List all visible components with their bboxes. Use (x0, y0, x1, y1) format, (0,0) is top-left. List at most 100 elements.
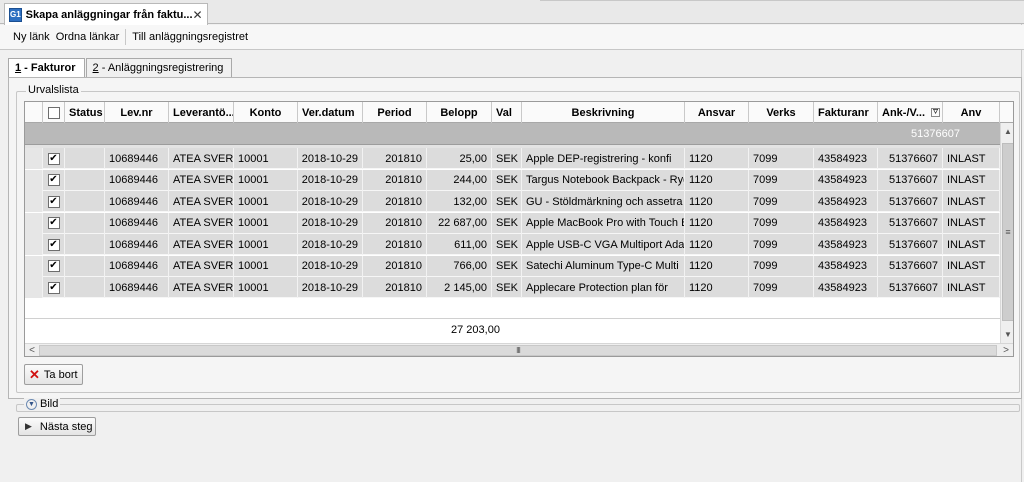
row-checkbox-box[interactable]: ✔ (47, 238, 60, 251)
row-checkbox[interactable]: ✔ (43, 234, 65, 255)
cell-verdatum[interactable]: 2018-10-29 (298, 169, 363, 191)
cell-period[interactable]: 201810 (363, 191, 427, 212)
cell-fakturanr[interactable]: 43584923 (814, 255, 878, 277)
cell-period[interactable]: 201810 (363, 212, 427, 234)
row-checkbox-box[interactable]: ✔ (47, 281, 60, 294)
cell-beskrivning[interactable]: Targus Notebook Backpack - Ryg (522, 169, 685, 191)
cell-ank[interactable]: 51376607 (878, 255, 943, 277)
document-tab[interactable]: G1 Skapa anläggningar från faktu... ✕ (4, 3, 208, 25)
cell-period[interactable]: 201810 (363, 277, 427, 298)
cell-leverantor[interactable]: ATEA SVERI (169, 255, 234, 277)
cell-levnr[interactable]: 10689446 (105, 255, 169, 277)
cell-period[interactable]: 201810 (363, 148, 427, 169)
cell-belopp[interactable]: 132,00 (427, 191, 492, 212)
table-row[interactable]: ✔ 10689446 ATEA SVERI 10001 2018-10-29 201810… (25, 277, 1000, 298)
row-checkbox-box[interactable]: ✔ (47, 260, 60, 272)
cell-ank[interactable]: 51376607 (878, 148, 943, 169)
col-val[interactable]: Val (492, 102, 522, 123)
vertical-scroll-thumb[interactable]: ≡ (1002, 143, 1013, 321)
cell-verdatum[interactable]: 2018-10-29 (298, 255, 363, 277)
cell-val[interactable]: SEK (492, 255, 522, 277)
table-row[interactable]: ✔ 10689446 ATEA SVERI 10001 2018-10-29 201810… (25, 255, 1000, 277)
cell-ank[interactable]: 51376607 (878, 191, 943, 212)
cell-belopp[interactable]: 611,00 (427, 234, 492, 255)
row-checkbox[interactable]: ✔ (43, 169, 65, 191)
col-beskrivning[interactable]: Beskrivning (522, 102, 685, 123)
cell-val[interactable]: SEK (492, 212, 522, 234)
col-ansvar[interactable]: Ansvar (685, 102, 749, 123)
arrange-links-button[interactable]: Ordna länkar (53, 29, 123, 45)
cell-ansvar[interactable]: 1120 (685, 148, 749, 169)
row-checkbox[interactable]: ✔ (43, 191, 65, 212)
cell-beskrivning[interactable]: Applecare Protection plan för (522, 277, 685, 298)
cell-verdatum[interactable]: 2018-10-29 (298, 212, 363, 234)
cell-verks[interactable]: 7099 (749, 169, 814, 191)
cell-period[interactable]: 201810 (363, 234, 427, 255)
to-asset-register-button[interactable]: Till anläggningsregistret (129, 29, 251, 45)
cell-beskrivning[interactable]: Apple USB-C VGA Multiport Ada (522, 234, 685, 255)
filter-icon[interactable]: ▽ (931, 108, 940, 117)
cell-belopp[interactable]: 25,00 (427, 148, 492, 169)
cell-levnr[interactable]: 10689446 (105, 169, 169, 191)
cell-anv[interactable]: INLAST (943, 191, 1000, 212)
col-anv[interactable]: Anv (943, 102, 1000, 123)
cell-fakturanr[interactable]: 43584923 (814, 191, 878, 212)
cell-beskrivning[interactable]: Satechi Aluminum Type-C Multi (522, 255, 685, 277)
new-link-button[interactable]: Ny länk (10, 29, 53, 45)
horizontal-scroll-thumb[interactable]: III (39, 345, 997, 356)
vertical-scrollbar[interactable]: ▲ ≡ ▼ (1000, 123, 1013, 343)
cell-konto[interactable]: 10001 (234, 277, 298, 298)
cell-ank[interactable]: 51376607 (878, 169, 943, 191)
cell-ansvar[interactable]: 1120 (685, 255, 749, 277)
scroll-left-icon[interactable]: < (25, 344, 39, 356)
horizontal-scrollbar[interactable]: < III > (25, 343, 1013, 356)
cell-verdatum[interactable]: 2018-10-29 (298, 191, 363, 212)
row-checkbox-box[interactable]: ✔ (47, 217, 60, 229)
cell-levnr[interactable]: 10689446 (105, 148, 169, 169)
cell-verks[interactable]: 7099 (749, 277, 814, 298)
cell-konto[interactable]: 10001 (234, 169, 298, 191)
cell-fakturanr[interactable]: 43584923 (814, 234, 878, 255)
cell-verdatum[interactable]: 2018-10-29 (298, 277, 363, 298)
cell-beskrivning[interactable]: Apple DEP-registrering - konfi (522, 148, 685, 169)
cell-period[interactable]: 201810 (363, 169, 427, 191)
table-row[interactable]: ✔ 10689446 ATEA SVERI 10001 2018-10-29 201810… (25, 191, 1000, 212)
cell-fakturanr[interactable]: 43584923 (814, 277, 878, 298)
cell-leverantor[interactable]: ATEA SVERI (169, 212, 234, 234)
col-ank[interactable]: Ank-/V... ▽ (878, 102, 943, 123)
cell-beskrivning[interactable]: Apple MacBook Pro with Touch B (522, 212, 685, 234)
cell-belopp[interactable]: 2 145,00 (427, 277, 492, 298)
close-icon[interactable]: ✕ (193, 8, 203, 22)
row-checkbox[interactable]: ✔ (43, 212, 65, 234)
tab-fakturor[interactable]: 1 - Fakturor (8, 58, 85, 79)
cell-konto[interactable]: 10001 (234, 191, 298, 212)
cell-fakturanr[interactable]: 43584923 (814, 148, 878, 169)
filter-row[interactable]: 51376607 (25, 123, 1000, 145)
cell-leverantor[interactable]: ATEA SVERI (169, 169, 234, 191)
table-row[interactable]: ✔ 10689446 ATEA SVERI 10001 2018-10-29 201810… (25, 212, 1000, 234)
cell-period[interactable]: 201810 (363, 255, 427, 277)
table-row[interactable]: ✔ 10689446 ATEA SVERI 10001 2018-10-29 201810… (25, 234, 1000, 255)
cell-verdatum[interactable]: 2018-10-29 (298, 234, 363, 255)
cell-fakturanr[interactable]: 43584923 (814, 212, 878, 234)
cell-verks[interactable]: 7099 (749, 234, 814, 255)
cell-val[interactable]: SEK (492, 191, 522, 212)
cell-leverantor[interactable]: ATEA SVERI (169, 234, 234, 255)
cell-val[interactable]: SEK (492, 277, 522, 298)
col-status[interactable]: Status (65, 102, 105, 123)
cell-anv[interactable]: INLAST (943, 212, 1000, 234)
cell-anv[interactable]: INLAST (943, 169, 1000, 191)
cell-verks[interactable]: 7099 (749, 191, 814, 212)
cell-leverantor[interactable]: ATEA SVERI (169, 148, 234, 169)
table-row[interactable]: ✔ 10689446 ATEA SVERI 10001 2018-10-29 201810… (25, 169, 1000, 191)
cell-ansvar[interactable]: 1120 (685, 169, 749, 191)
scroll-right-icon[interactable]: > (999, 344, 1013, 356)
cell-ansvar[interactable]: 1120 (685, 191, 749, 212)
table-row[interactable]: ✔ 10689446 ATEA SVERI 10001 2018-10-29 201810… (25, 148, 1000, 169)
cell-ansvar[interactable]: 1120 (685, 277, 749, 298)
col-levnr[interactable]: Lev.nr (105, 102, 169, 123)
row-checkbox-box[interactable]: ✔ (47, 152, 60, 165)
scroll-down-icon[interactable]: ▼ (1001, 326, 1013, 343)
col-verdatum[interactable]: Ver.datum (298, 102, 363, 123)
scroll-up-icon[interactable]: ▲ (1001, 123, 1013, 140)
